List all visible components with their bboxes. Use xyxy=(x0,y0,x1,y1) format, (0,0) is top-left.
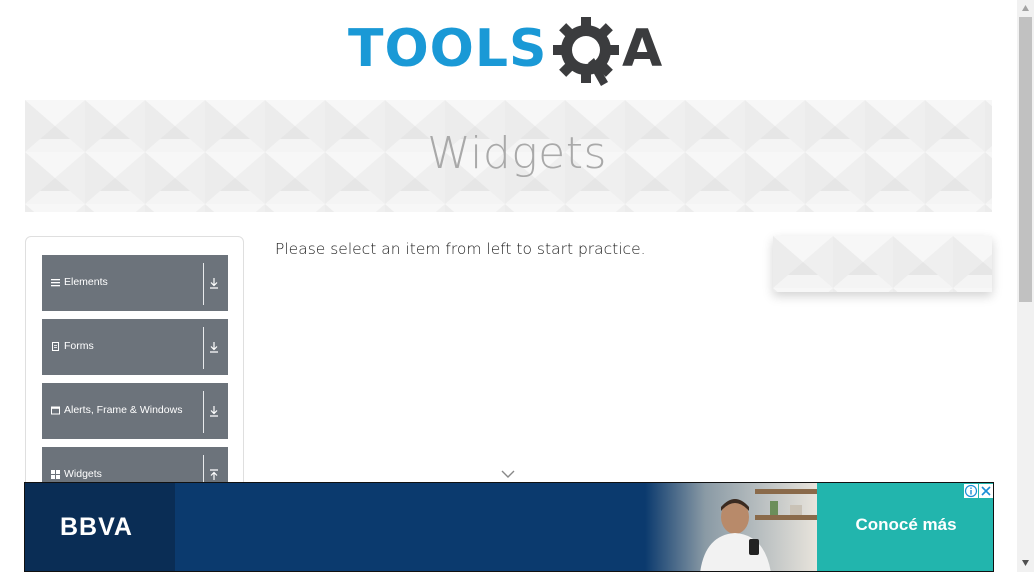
ad-cta-label: Conocé más xyxy=(855,515,957,534)
logo-text: TOOLS xyxy=(348,19,547,79)
upload-arrow-icon xyxy=(210,469,218,480)
group-label: Elements xyxy=(64,276,108,288)
download-arrow-icon xyxy=(210,342,218,353)
hamburger-icon xyxy=(51,279,60,287)
scroll-down-arrow-icon[interactable] xyxy=(1022,560,1029,566)
scroll-up-arrow-icon[interactable] xyxy=(1022,5,1029,11)
group-forms[interactable]: Forms xyxy=(42,319,228,375)
ad-pattern xyxy=(773,236,992,292)
scrollbar[interactable] xyxy=(1017,0,1034,572)
ad-brand-logo: BBVA xyxy=(60,513,133,541)
divider xyxy=(203,263,204,305)
bottom-ad-banner[interactable]: BBVA Conocé más xyxy=(24,482,994,572)
page-title: Widgets xyxy=(427,128,607,179)
group-label: Forms xyxy=(64,340,94,352)
sidebar-accordion: Elements Forms Alerts, Frame & Windows W… xyxy=(25,236,244,496)
logo-suffix: A xyxy=(622,19,662,79)
group-alerts-frame-windows[interactable]: Alerts, Frame & Windows xyxy=(42,383,228,439)
group-elements[interactable]: Elements xyxy=(42,255,228,311)
grid-icon xyxy=(51,470,60,479)
document-icon xyxy=(52,342,59,351)
chevron-down-icon[interactable] xyxy=(501,469,515,479)
ad-brand-panel: BBVA xyxy=(25,483,175,571)
download-arrow-icon xyxy=(210,278,218,289)
divider xyxy=(203,391,204,433)
instruction-text: Please select an item from left to start… xyxy=(275,240,646,258)
group-label: Widgets xyxy=(64,468,102,480)
divider xyxy=(203,327,204,369)
download-arrow-icon xyxy=(210,406,218,417)
page: TOOLS A Widgets Elements Forms Alerts, F… xyxy=(0,0,1034,572)
toolsqa-logo[interactable]: TOOLS A xyxy=(348,14,672,92)
scroll-thumb[interactable] xyxy=(1019,17,1032,302)
window-icon xyxy=(51,406,60,415)
group-label: Alerts, Frame & Windows xyxy=(64,404,183,416)
ad-info-icon[interactable] xyxy=(964,484,978,498)
ad-photo xyxy=(645,483,817,571)
side-ad-placeholder[interactable] xyxy=(773,236,992,292)
ad-close-icon[interactable] xyxy=(979,484,993,498)
gear-magnifier-icon xyxy=(553,17,619,86)
